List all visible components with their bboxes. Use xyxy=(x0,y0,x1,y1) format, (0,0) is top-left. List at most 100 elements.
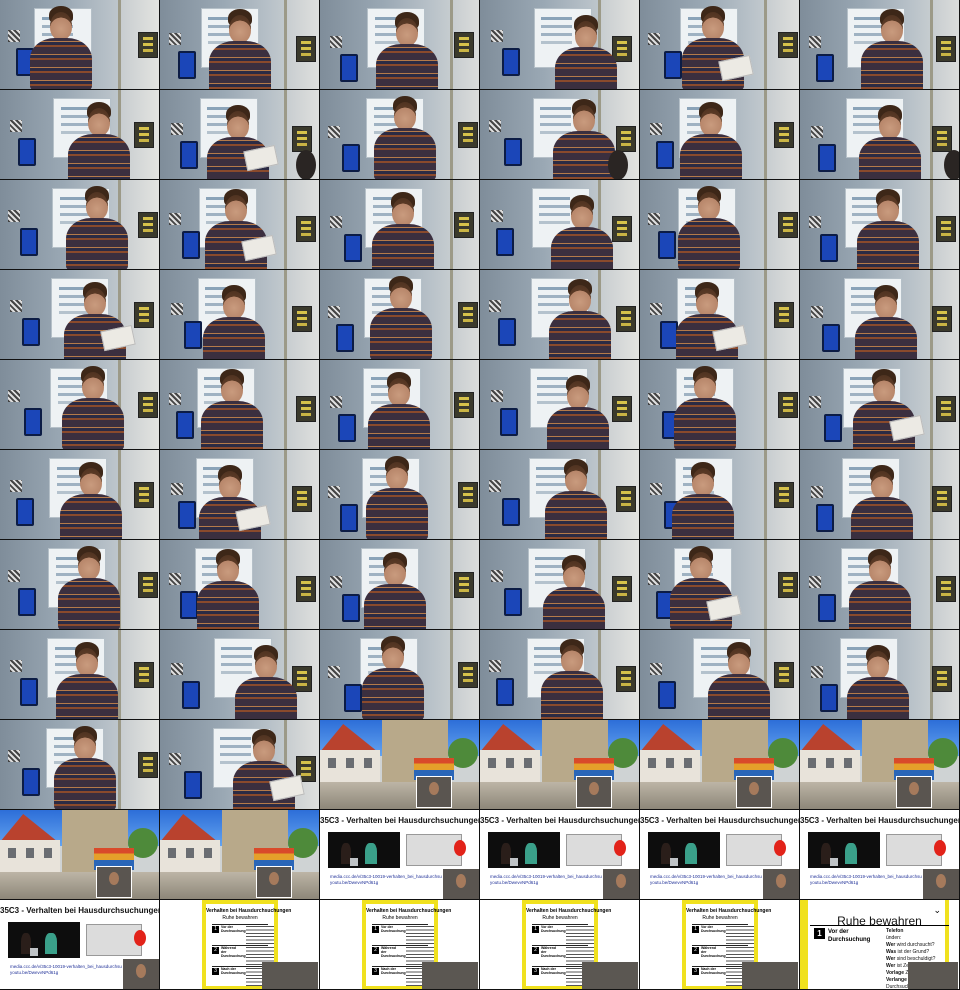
video-frame xyxy=(160,450,320,540)
blue-phone xyxy=(656,141,674,169)
speaker xyxy=(672,462,734,539)
speaker-head xyxy=(229,15,251,43)
speaker-inset xyxy=(96,866,132,898)
card-subtitle: Ruhe bewahren xyxy=(222,915,258,921)
card-item-keyword: Vorlage xyxy=(886,970,904,976)
window xyxy=(44,848,52,858)
speaker xyxy=(368,372,430,449)
speaker-sweater xyxy=(203,317,265,359)
speaker-head xyxy=(867,651,889,679)
poster xyxy=(292,126,312,152)
audience-head xyxy=(608,150,628,179)
pavement xyxy=(0,872,159,899)
blue-phone xyxy=(344,234,362,262)
speaker-head xyxy=(82,372,104,400)
video-frame xyxy=(640,360,800,450)
laptop xyxy=(829,857,839,866)
qr-code xyxy=(171,483,183,495)
section-number: 1 xyxy=(532,926,539,933)
window xyxy=(168,848,176,858)
qr-code xyxy=(809,36,821,48)
poster xyxy=(616,126,636,152)
talk-video xyxy=(328,832,400,868)
speaker-sweater xyxy=(374,128,436,179)
speaker xyxy=(60,462,122,539)
qr-code xyxy=(489,660,501,672)
speaker-sweater xyxy=(60,494,122,539)
qr-code xyxy=(650,123,662,135)
speaker xyxy=(58,546,120,629)
speaker-inset xyxy=(256,866,292,898)
speaker xyxy=(30,6,92,89)
video-frame xyxy=(320,630,480,720)
qr-code xyxy=(8,750,20,762)
video-frame: Verhalten bei Hausdurchsuchungen Ruhe bew… xyxy=(480,900,640,990)
poster xyxy=(774,482,794,508)
poster xyxy=(296,576,316,602)
contact-sheet-grid: 35C3 - Verhalten bei Hausdurchsuchungen m… xyxy=(0,0,960,990)
qr-code xyxy=(328,486,340,498)
poster xyxy=(616,666,636,692)
window xyxy=(826,758,834,768)
speaker xyxy=(859,105,921,179)
speaker-head xyxy=(561,645,583,673)
speaker-inset xyxy=(416,776,452,808)
card-item-text: wird durchsucht? xyxy=(895,942,935,948)
card-item: Telefon xyxy=(886,928,903,934)
speaker-sweater xyxy=(674,398,736,449)
card-item-keyword: Wer xyxy=(886,956,896,962)
poster xyxy=(936,36,956,62)
qr-code xyxy=(328,126,340,138)
qr-code xyxy=(10,660,22,672)
video-frame: 35C3 - Verhalten bei Hausdurchsuchungen m… xyxy=(800,810,960,900)
speaker-head xyxy=(694,372,716,400)
qr-code xyxy=(171,303,183,315)
qr-code xyxy=(10,120,22,132)
blue-phone xyxy=(658,681,676,709)
poster xyxy=(612,36,632,62)
pavement xyxy=(320,782,479,809)
card-item-keyword: Was xyxy=(886,949,897,955)
poster xyxy=(454,32,474,58)
video-frame xyxy=(160,270,320,360)
video-frame: Ruhe bewahren ⌄ 1 Vor der Durchsuchung Telef… xyxy=(800,900,960,990)
qr-code xyxy=(650,663,662,675)
laptop xyxy=(669,857,679,866)
video-frame xyxy=(0,360,160,450)
poster xyxy=(612,396,632,422)
section-number: 3 xyxy=(692,968,699,975)
speaker xyxy=(849,549,911,629)
speaker-sweater xyxy=(370,308,432,359)
speaker-sweater xyxy=(30,38,92,89)
video-frame xyxy=(640,270,800,360)
video-frame xyxy=(320,180,480,270)
qr-code xyxy=(648,573,660,585)
speaker-sweater xyxy=(368,404,430,449)
speaker-thumbnail xyxy=(262,962,318,989)
section-label: Vor der Durchsuchung xyxy=(381,925,406,933)
qr-code xyxy=(169,33,181,45)
video-frame xyxy=(640,450,800,540)
blue-phone xyxy=(342,144,360,172)
poster xyxy=(774,302,794,328)
poster xyxy=(458,122,478,148)
section-label: Nach der Durchsuchung xyxy=(381,967,406,975)
speaker xyxy=(370,276,432,359)
video-frame: Verhalten bei Hausdurchsuchungen Ruhe bew… xyxy=(640,900,800,990)
video-frame xyxy=(0,270,160,360)
qr-code xyxy=(8,570,20,582)
blue-phone xyxy=(336,324,354,352)
qr-code xyxy=(650,483,662,495)
speaker xyxy=(66,186,128,269)
poster xyxy=(616,306,636,332)
video-frame xyxy=(480,450,640,540)
speaker-head xyxy=(86,192,108,220)
video-frame xyxy=(0,450,160,540)
speaker xyxy=(551,195,613,269)
window xyxy=(524,758,532,768)
speaker-sweater xyxy=(362,668,424,719)
speaker-head xyxy=(881,15,903,43)
video-frame xyxy=(160,180,320,270)
video-frame xyxy=(480,0,640,90)
speaker-inset xyxy=(762,868,799,899)
